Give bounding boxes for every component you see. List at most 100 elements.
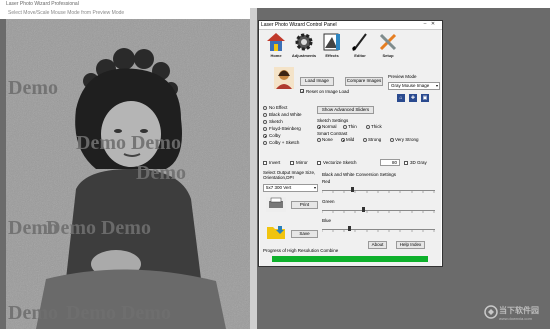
toolbar-effects[interactable]: Effects xyxy=(318,32,346,60)
watermark-site-name: 当下软件园 xyxy=(499,306,539,315)
mirror-checkbox[interactable] xyxy=(290,161,294,165)
home-icon xyxy=(267,33,285,51)
control-panel-title: Laser Photo Wizard Control Panel xyxy=(261,22,337,28)
effect-no-effect-radio[interactable] xyxy=(263,106,267,110)
smart-contrast-label: Smart Contrast xyxy=(317,131,348,136)
zoom-icon[interactable]: ▣ xyxy=(421,94,429,102)
sketch-option-label: Normal xyxy=(322,124,337,129)
toolbar-setup[interactable]: Setup xyxy=(374,32,402,60)
sketch-thin-radio[interactable] xyxy=(343,125,347,129)
watermark-logo-icon xyxy=(484,305,498,319)
brush-icon xyxy=(352,33,367,51)
sketch-option-label: Thick xyxy=(371,124,382,129)
preview-instruction: Select Move/Scale Mouse Mode from Previe… xyxy=(8,10,125,16)
toolbar-home-label: Home xyxy=(270,53,282,58)
effect-label: Colby + Sketch xyxy=(269,140,300,145)
close-button[interactable]: ✕ xyxy=(430,21,436,28)
green-slider-ticks xyxy=(322,211,435,213)
watermark-demo: Demo Demo xyxy=(46,217,151,239)
blue-slider-ticks xyxy=(322,230,435,232)
contrast-very-strong-radio[interactable] xyxy=(390,138,394,142)
sketch-settings-label: Sketch Settings xyxy=(317,118,349,123)
output-size-label: Select Output Image Size, Orientation,DP… xyxy=(263,170,316,180)
output-size-select[interactable]: 5x7 300 Vert ▾ xyxy=(263,184,318,192)
contrast-option-label: None xyxy=(322,137,333,142)
sketch-thick-radio[interactable] xyxy=(366,125,370,129)
toolbar-effects-label: Effects xyxy=(325,53,339,58)
vectorize-label: Vectorize Sketch xyxy=(323,160,357,165)
watermark-demo: Demo Demo xyxy=(76,132,181,154)
watermark-demo: Demo Demo xyxy=(66,302,171,324)
print-button[interactable]: Print xyxy=(291,201,318,209)
control-panel-body: Home Adjustments Effects Editor Setup Lo… xyxy=(260,30,441,266)
wrench-icon xyxy=(379,33,397,51)
effect-sketch-radio[interactable] xyxy=(263,120,267,124)
3d-gray-label: 3D Gray xyxy=(410,160,427,165)
contrast-option-label: Very Strong xyxy=(395,137,419,142)
contrast-option-label: Mild xyxy=(346,137,355,142)
sketch-option-label: Thin xyxy=(348,124,357,129)
toolbar-setup-label: Setup xyxy=(382,53,394,58)
chevron-down-icon: ▾ xyxy=(435,83,438,88)
green-slider-thumb[interactable] xyxy=(362,207,365,212)
preview-mode-select[interactable]: Gray Mouse Image ▾ xyxy=(388,82,440,90)
watermark-demo: Demo xyxy=(8,77,58,99)
folder-icon xyxy=(267,226,285,239)
sketch-normal-radio[interactable] xyxy=(317,125,321,129)
preview-image-pane[interactable]: Demo Demo Demo Demo Demo Demo Demo Demo … xyxy=(6,19,250,329)
watermark-site-url: www.downxia.com xyxy=(499,316,532,321)
effect-black-white-radio[interactable] xyxy=(263,113,267,117)
move-icon[interactable]: ✚ xyxy=(409,94,417,102)
red-label: Red xyxy=(322,179,331,184)
reset-on-load-checkbox[interactable] xyxy=(300,89,304,94)
effect-colby-radio[interactable] xyxy=(263,134,267,138)
blue-label: Blue xyxy=(322,218,332,223)
control-panel-title-bar[interactable]: Laser Photo Wizard Control Panel – ✕ xyxy=(259,21,442,30)
effect-colby-sketch-radio[interactable] xyxy=(263,141,267,145)
show-advanced-sliders-button[interactable]: Show Advanced Sliders xyxy=(317,106,374,114)
toolbar-editor[interactable]: Editor xyxy=(346,32,374,60)
mirror-label: Mirror xyxy=(296,160,308,165)
about-button[interactable]: About xyxy=(368,241,387,249)
preview-header: Select Move/Scale Mouse Mode from Previe… xyxy=(0,8,250,19)
invert-checkbox[interactable] xyxy=(263,161,267,165)
preview-scrollbar[interactable] xyxy=(250,8,257,329)
compare-images-button[interactable]: Compare Images xyxy=(345,77,383,86)
effect-floyd-steinberg-radio[interactable] xyxy=(263,127,267,131)
minimize-button[interactable]: – xyxy=(422,21,428,28)
toolbar-editor-label: Editor xyxy=(354,53,366,58)
contrast-strong-radio[interactable] xyxy=(363,138,367,142)
main-window: Laser Photo Wizard Professional Select M… xyxy=(0,0,550,329)
person-icon xyxy=(274,67,294,89)
chevron-down-icon: ▾ xyxy=(313,185,316,190)
vectorize-checkbox[interactable] xyxy=(317,161,321,165)
load-image-button[interactable]: Load Image xyxy=(300,77,334,86)
contrast-mild-radio[interactable] xyxy=(341,138,345,142)
watermark-demo: Demo xyxy=(136,162,186,184)
contrast-option-label: Strong xyxy=(368,137,382,142)
red-slider-thumb[interactable] xyxy=(351,187,354,192)
help-index-button[interactable]: Help Index xyxy=(396,241,425,249)
effect-label: Colby xyxy=(269,133,281,138)
gear-icon xyxy=(295,33,313,51)
contrast-none-radio[interactable] xyxy=(317,138,321,142)
toolbar-home[interactable]: Home xyxy=(262,32,290,60)
effects-icon xyxy=(323,33,340,51)
progress-label: Progress of High Resolution Combine xyxy=(263,248,339,253)
gray-value-input[interactable]: 80 xyxy=(380,159,400,166)
preview-mode-value: Gray Mouse Image xyxy=(391,83,430,88)
preview-photo[interactable]: Demo Demo Demo Demo Demo Demo Demo Demo … xyxy=(6,19,250,329)
home-view-icon[interactable]: ⌂ xyxy=(397,94,405,102)
control-panel-window: Laser Photo Wizard Control Panel – ✕ Hom… xyxy=(258,20,443,267)
effect-label: Sketch xyxy=(269,119,283,124)
toolbar-adjustments[interactable]: Adjustments xyxy=(290,32,318,60)
reset-on-load-label: Reset on Image Load xyxy=(306,89,350,94)
effect-label: Black and White xyxy=(269,112,302,117)
progress-bar-fill xyxy=(272,256,428,262)
bw-settings-label: Black and White Conversion Settings xyxy=(322,172,397,177)
3d-gray-checkbox[interactable] xyxy=(404,161,408,165)
app-title: Laser Photo Wizard Professional xyxy=(6,1,79,7)
blue-slider-thumb[interactable] xyxy=(348,226,351,231)
save-button[interactable]: Save xyxy=(291,230,318,238)
effect-label: No Effect xyxy=(269,105,288,110)
